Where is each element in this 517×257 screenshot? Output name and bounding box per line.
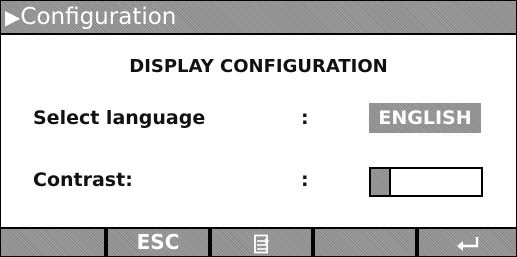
screen-title: Configuration (20, 4, 177, 30)
softkey-f4[interactable] (315, 229, 415, 256)
contrast-separator: : (301, 169, 309, 191)
select-language-label: Select language (33, 107, 206, 129)
language-separator: : (301, 107, 309, 129)
contrast-level-fill (371, 169, 391, 195)
enter-return-icon (456, 236, 478, 251)
display-screen: ▶Configuration DISPLAY CONFIGURATION Sel… (0, 0, 517, 257)
play-triangle-icon: ▶ (5, 5, 21, 29)
softkey-enter[interactable] (419, 229, 516, 256)
softkey-scroll[interactable] (212, 229, 311, 256)
section-heading: DISPLAY CONFIGURATION (129, 56, 388, 77)
softkey-esc[interactable]: ESC (108, 229, 208, 256)
title-bar: ▶Configuration (1, 1, 516, 35)
language-selector[interactable]: ENGLISH (369, 103, 481, 133)
contrast-slider[interactable] (369, 167, 483, 197)
softkey-f1[interactable] (1, 229, 104, 256)
list-scroll-icon (253, 234, 269, 253)
contrast-label: Contrast: (33, 169, 133, 191)
softkey-bar: ESC (1, 227, 516, 256)
